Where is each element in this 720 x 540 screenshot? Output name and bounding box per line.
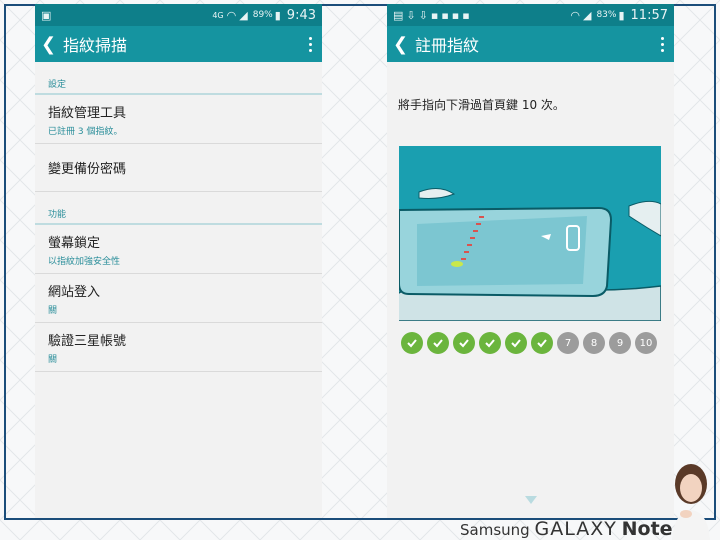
section-header-features: 功能 bbox=[35, 192, 322, 225]
page-title: 註冊指紋 bbox=[415, 36, 480, 55]
item-title: 網站登入 bbox=[48, 285, 101, 300]
item-title: 驗證三星帳號 bbox=[48, 334, 127, 349]
status-bar: ▣ 4G ◠ ◢ 89% ▮ 9:43 bbox=[35, 4, 322, 26]
instruction-text: 將手指向下滑過首頁鍵 10 次。 bbox=[398, 98, 565, 112]
gallery-notification-icon: ▣ bbox=[41, 8, 52, 22]
step-pending: 7 bbox=[557, 332, 579, 354]
battery-percent: 89% bbox=[252, 10, 273, 20]
settings-item-fingerprint-manager[interactable]: 指紋管理工具 已註冊 3 個指紋。 bbox=[35, 95, 322, 144]
battery-icon: ▮ bbox=[618, 8, 625, 22]
step-pending: 8 bbox=[583, 332, 605, 354]
item-subtitle: 關 bbox=[48, 306, 58, 316]
more-options-icon[interactable] bbox=[304, 36, 316, 52]
status-bar: ▤ ⇩ ⇩ ▪ ▪ ▪ ▪ ◠ ◢ 83% ▮ 11:57 bbox=[387, 4, 674, 26]
settings-item-web-sign-in[interactable]: 網站登入 關 bbox=[35, 274, 322, 323]
settings-item-verify-samsung-account[interactable]: 驗證三星帳號 關 bbox=[35, 323, 322, 372]
brand-logo: Samsung GALAXY Note 4 bbox=[460, 518, 689, 540]
battery-icon: ▮ bbox=[274, 8, 281, 22]
more-options-icon[interactable] bbox=[656, 36, 668, 52]
step-pending: 10 bbox=[635, 332, 657, 354]
item-title: 螢幕鎖定 bbox=[48, 236, 101, 251]
item-subtitle: 以指紋加強安全性 bbox=[48, 257, 121, 267]
step-completed-check-icon bbox=[505, 332, 527, 354]
item-subtitle: 已註冊 3 個指紋。 bbox=[48, 127, 123, 137]
step-pending: 9 bbox=[609, 332, 631, 354]
settings-item-change-backup-password[interactable]: 變更備份密碼 bbox=[35, 144, 322, 192]
step-completed-check-icon bbox=[401, 332, 423, 354]
network-type-icon: 4G bbox=[212, 10, 224, 20]
item-title: 指紋管理工具 bbox=[48, 106, 127, 121]
signal-icon: ◢ bbox=[239, 8, 248, 22]
step-completed-check-icon bbox=[453, 332, 475, 354]
settings-item-screen-lock[interactable]: 螢幕鎖定 以指紋加強安全性 bbox=[35, 225, 322, 274]
save-icon: ▪ bbox=[430, 8, 439, 22]
progress-steps: 7 8 9 10 bbox=[401, 332, 657, 354]
download-icon: ⇩ bbox=[406, 8, 416, 22]
download-icon: ⇩ bbox=[418, 8, 428, 22]
sim-notification-icon: ▤ bbox=[393, 8, 404, 22]
section-header-settings: 設定 bbox=[35, 62, 322, 95]
right-phone-screen: ▤ ⇩ ⇩ ▪ ▪ ▪ ▪ ◠ ◢ 83% ▮ 11:57 ❮ 註冊指紋 將手指… bbox=[387, 4, 674, 518]
step-completed-check-icon bbox=[427, 332, 449, 354]
back-arrow-icon[interactable]: ❮ bbox=[393, 34, 411, 55]
item-subtitle: 關 bbox=[48, 355, 58, 365]
swipe-illustration bbox=[399, 146, 661, 321]
step-completed-check-icon bbox=[479, 332, 501, 354]
clock: 11:57 bbox=[630, 7, 668, 23]
left-phone-screen: ▣ 4G ◠ ◢ 89% ▮ 9:43 ❮ 指紋掃描 設定 指紋管理工具 已註冊… bbox=[35, 4, 322, 518]
wifi-icon: ◠ bbox=[226, 8, 237, 22]
save-icon: ▪ bbox=[451, 8, 460, 22]
step-completed-check-icon bbox=[531, 332, 553, 354]
save-icon: ▪ bbox=[462, 8, 470, 22]
battery-percent: 83% bbox=[596, 10, 617, 20]
signal-icon: ◢ bbox=[582, 8, 592, 22]
save-icon: ▪ bbox=[441, 8, 449, 22]
presenter-photo bbox=[672, 464, 710, 540]
app-bar: ❮ 指紋掃描 bbox=[35, 26, 322, 62]
back-arrow-icon[interactable]: ❮ bbox=[41, 34, 59, 55]
app-bar: ❮ 註冊指紋 bbox=[387, 26, 674, 62]
clock: 9:43 bbox=[286, 7, 316, 23]
page-title: 指紋掃描 bbox=[63, 36, 128, 55]
item-title: 變更備份密碼 bbox=[48, 162, 127, 177]
wifi-icon: ◠ bbox=[570, 8, 580, 22]
scroll-indicator-icon bbox=[525, 496, 537, 504]
